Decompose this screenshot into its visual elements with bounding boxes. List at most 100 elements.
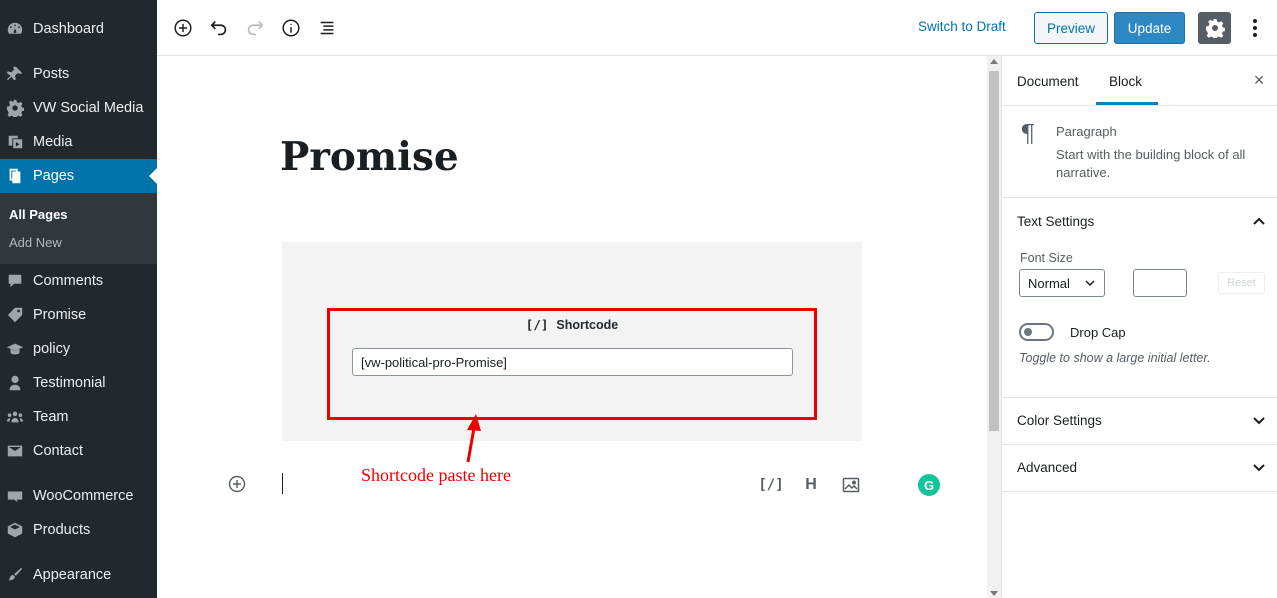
highlight-frame: [/] Shortcode [vw-political-pro-Promise]: [327, 308, 817, 420]
add-block-inline-icon[interactable]: [227, 474, 247, 494]
group-icon: [5, 407, 25, 427]
sidebar-item-label: Media: [33, 134, 73, 150]
block-description: Start with the building block of all nar…: [1056, 147, 1246, 180]
post-title[interactable]: Promise: [280, 134, 459, 180]
sidebar-item-products[interactable]: Products: [0, 513, 157, 547]
info-icon[interactable]: [279, 16, 303, 40]
paragraph-icon: ¶: [1020, 120, 1036, 148]
box-icon: [5, 520, 25, 540]
media-icon: [5, 132, 25, 152]
text-cursor[interactable]: [282, 473, 283, 494]
settings-button[interactable]: [1198, 12, 1231, 44]
panel-title: Text Settings: [1017, 214, 1095, 229]
font-size-value: Normal: [1028, 275, 1070, 291]
panel-title: Color Settings: [1017, 413, 1102, 428]
submenu-all-pages[interactable]: All Pages: [9, 207, 68, 222]
sidebar-item-label: Pages: [33, 168, 75, 184]
settings-tabs: Document Block ×: [1002, 56, 1277, 106]
sidebar-item-vw-social-media[interactable]: VW Social Media: [0, 91, 157, 125]
advanced-panel-toggle[interactable]: Advanced: [1002, 445, 1277, 491]
shortcode-label-text: Shortcode: [556, 318, 619, 332]
tab-block[interactable]: Block: [1109, 74, 1142, 89]
pages-icon: [5, 166, 25, 186]
toggle-knob: [1024, 328, 1032, 336]
sidebar-item-promise[interactable]: Promise: [0, 298, 157, 332]
editor-canvas: Promise [/] Shortcode [vw-political-pro-P…: [157, 56, 987, 598]
undo-icon[interactable]: [207, 16, 231, 40]
custom-font-size-input[interactable]: [1133, 269, 1187, 297]
panel-divider: [1002, 491, 1277, 492]
envelope-icon: [5, 441, 25, 461]
font-size-select[interactable]: Normal: [1019, 269, 1105, 297]
shortcode-icon: [/]: [525, 317, 549, 332]
grammarly-icon[interactable]: G: [918, 474, 940, 496]
sidebar-item-media[interactable]: Media: [0, 125, 157, 159]
sidebar-item-contact[interactable]: Contact: [0, 434, 157, 468]
sidebar-item-policy[interactable]: policy: [0, 332, 157, 366]
block-title: Paragraph: [1056, 124, 1117, 139]
admin-sidebar: Dashboard Posts VW Social Media Media Pa…: [0, 0, 157, 598]
sidebar-item-label: Posts: [33, 66, 70, 82]
person-icon: [5, 373, 25, 393]
editor-toolbar: Switch to Draft Preview Update: [157, 0, 1277, 56]
sidebar-item-woocommerce[interactable]: WooCommerce: [0, 479, 157, 513]
drop-cap-toggle[interactable]: [1019, 323, 1054, 341]
shortcode-input[interactable]: [vw-political-pro-Promise]: [352, 348, 793, 376]
font-size-reset-button[interactable]: Reset: [1218, 272, 1265, 294]
sidebar-item-posts[interactable]: Posts: [0, 57, 157, 91]
update-button[interactable]: Update: [1114, 12, 1185, 44]
color-settings-panel-toggle[interactable]: Color Settings: [1002, 398, 1277, 444]
vertical-ellipsis-icon: [1253, 19, 1257, 37]
sidebar-item-comments[interactable]: Comments: [0, 264, 157, 298]
scrollbar-thumb[interactable]: [989, 71, 999, 431]
drop-cap-help: Toggle to show a large initial letter.: [1019, 351, 1211, 365]
pages-submenu: All Pages Add New: [0, 193, 157, 264]
shortcode-block[interactable]: [/] Shortcode [vw-political-pro-Promise]: [282, 242, 862, 441]
scroll-up-arrow[interactable]: [990, 59, 998, 64]
gear-icon: [1205, 19, 1225, 38]
tab-document[interactable]: Document: [1017, 74, 1079, 89]
close-icon[interactable]: ×: [1249, 70, 1269, 90]
editor-scrollbar[interactable]: [987, 56, 1001, 598]
sidebar-item-pages[interactable]: Pages: [0, 159, 157, 193]
woo-icon: [5, 486, 25, 506]
sidebar-item-team[interactable]: Team: [0, 400, 157, 434]
quick-insert-image-icon[interactable]: [840, 474, 862, 496]
quick-insert-heading-icon[interactable]: H: [800, 474, 822, 496]
gear-icon: [5, 98, 25, 118]
shortcode-block-label: [/] Shortcode: [330, 317, 814, 332]
sidebar-item-label: WooCommerce: [33, 488, 134, 504]
settings-sidebar: Document Block × ¶ Paragraph Start with …: [1001, 56, 1277, 598]
chevron-down-icon: [1253, 417, 1265, 425]
text-settings-panel-toggle[interactable]: Text Settings: [1002, 199, 1277, 245]
chevron-down-icon: [1253, 464, 1265, 472]
sidebar-item-label: Promise: [33, 307, 87, 323]
sidebar-item-label: policy: [33, 341, 71, 357]
add-block-icon[interactable]: [171, 16, 195, 40]
scroll-down-arrow[interactable]: [990, 591, 998, 596]
dashboard-icon: [5, 19, 25, 39]
font-size-label: Font Size: [1020, 251, 1073, 265]
preview-button[interactable]: Preview: [1034, 12, 1108, 44]
sidebar-item-label: Appearance: [33, 567, 112, 583]
more-options-button[interactable]: [1245, 14, 1265, 42]
switch-to-draft-link[interactable]: Switch to Draft: [918, 19, 1006, 34]
active-tab-indicator: [1096, 102, 1158, 105]
pin-icon: [5, 64, 25, 84]
editor-screen: Dashboard Posts VW Social Media Media Pa…: [0, 0, 1277, 598]
sidebar-item-label: Dashboard: [33, 21, 104, 37]
drop-cap-label: Drop Cap: [1070, 325, 1126, 340]
graduation-cap-icon: [5, 339, 25, 359]
panel-title: Advanced: [1017, 460, 1078, 475]
outline-icon[interactable]: [315, 16, 339, 40]
sidebar-item-dashboard[interactable]: Dashboard: [0, 12, 157, 46]
chevron-up-icon: [1253, 217, 1265, 225]
sidebar-item-appearance[interactable]: Appearance: [0, 558, 157, 592]
chevron-down-icon: [1085, 280, 1095, 287]
sidebar-item-testimonial[interactable]: Testimonial: [0, 366, 157, 400]
sidebar-item-label: Comments: [33, 273, 104, 289]
submenu-add-new[interactable]: Add New: [9, 235, 62, 250]
redo-icon[interactable]: [243, 16, 267, 40]
sidebar-item-label: Contact: [33, 443, 83, 459]
quick-insert-shortcode-icon[interactable]: [/]: [758, 474, 783, 496]
